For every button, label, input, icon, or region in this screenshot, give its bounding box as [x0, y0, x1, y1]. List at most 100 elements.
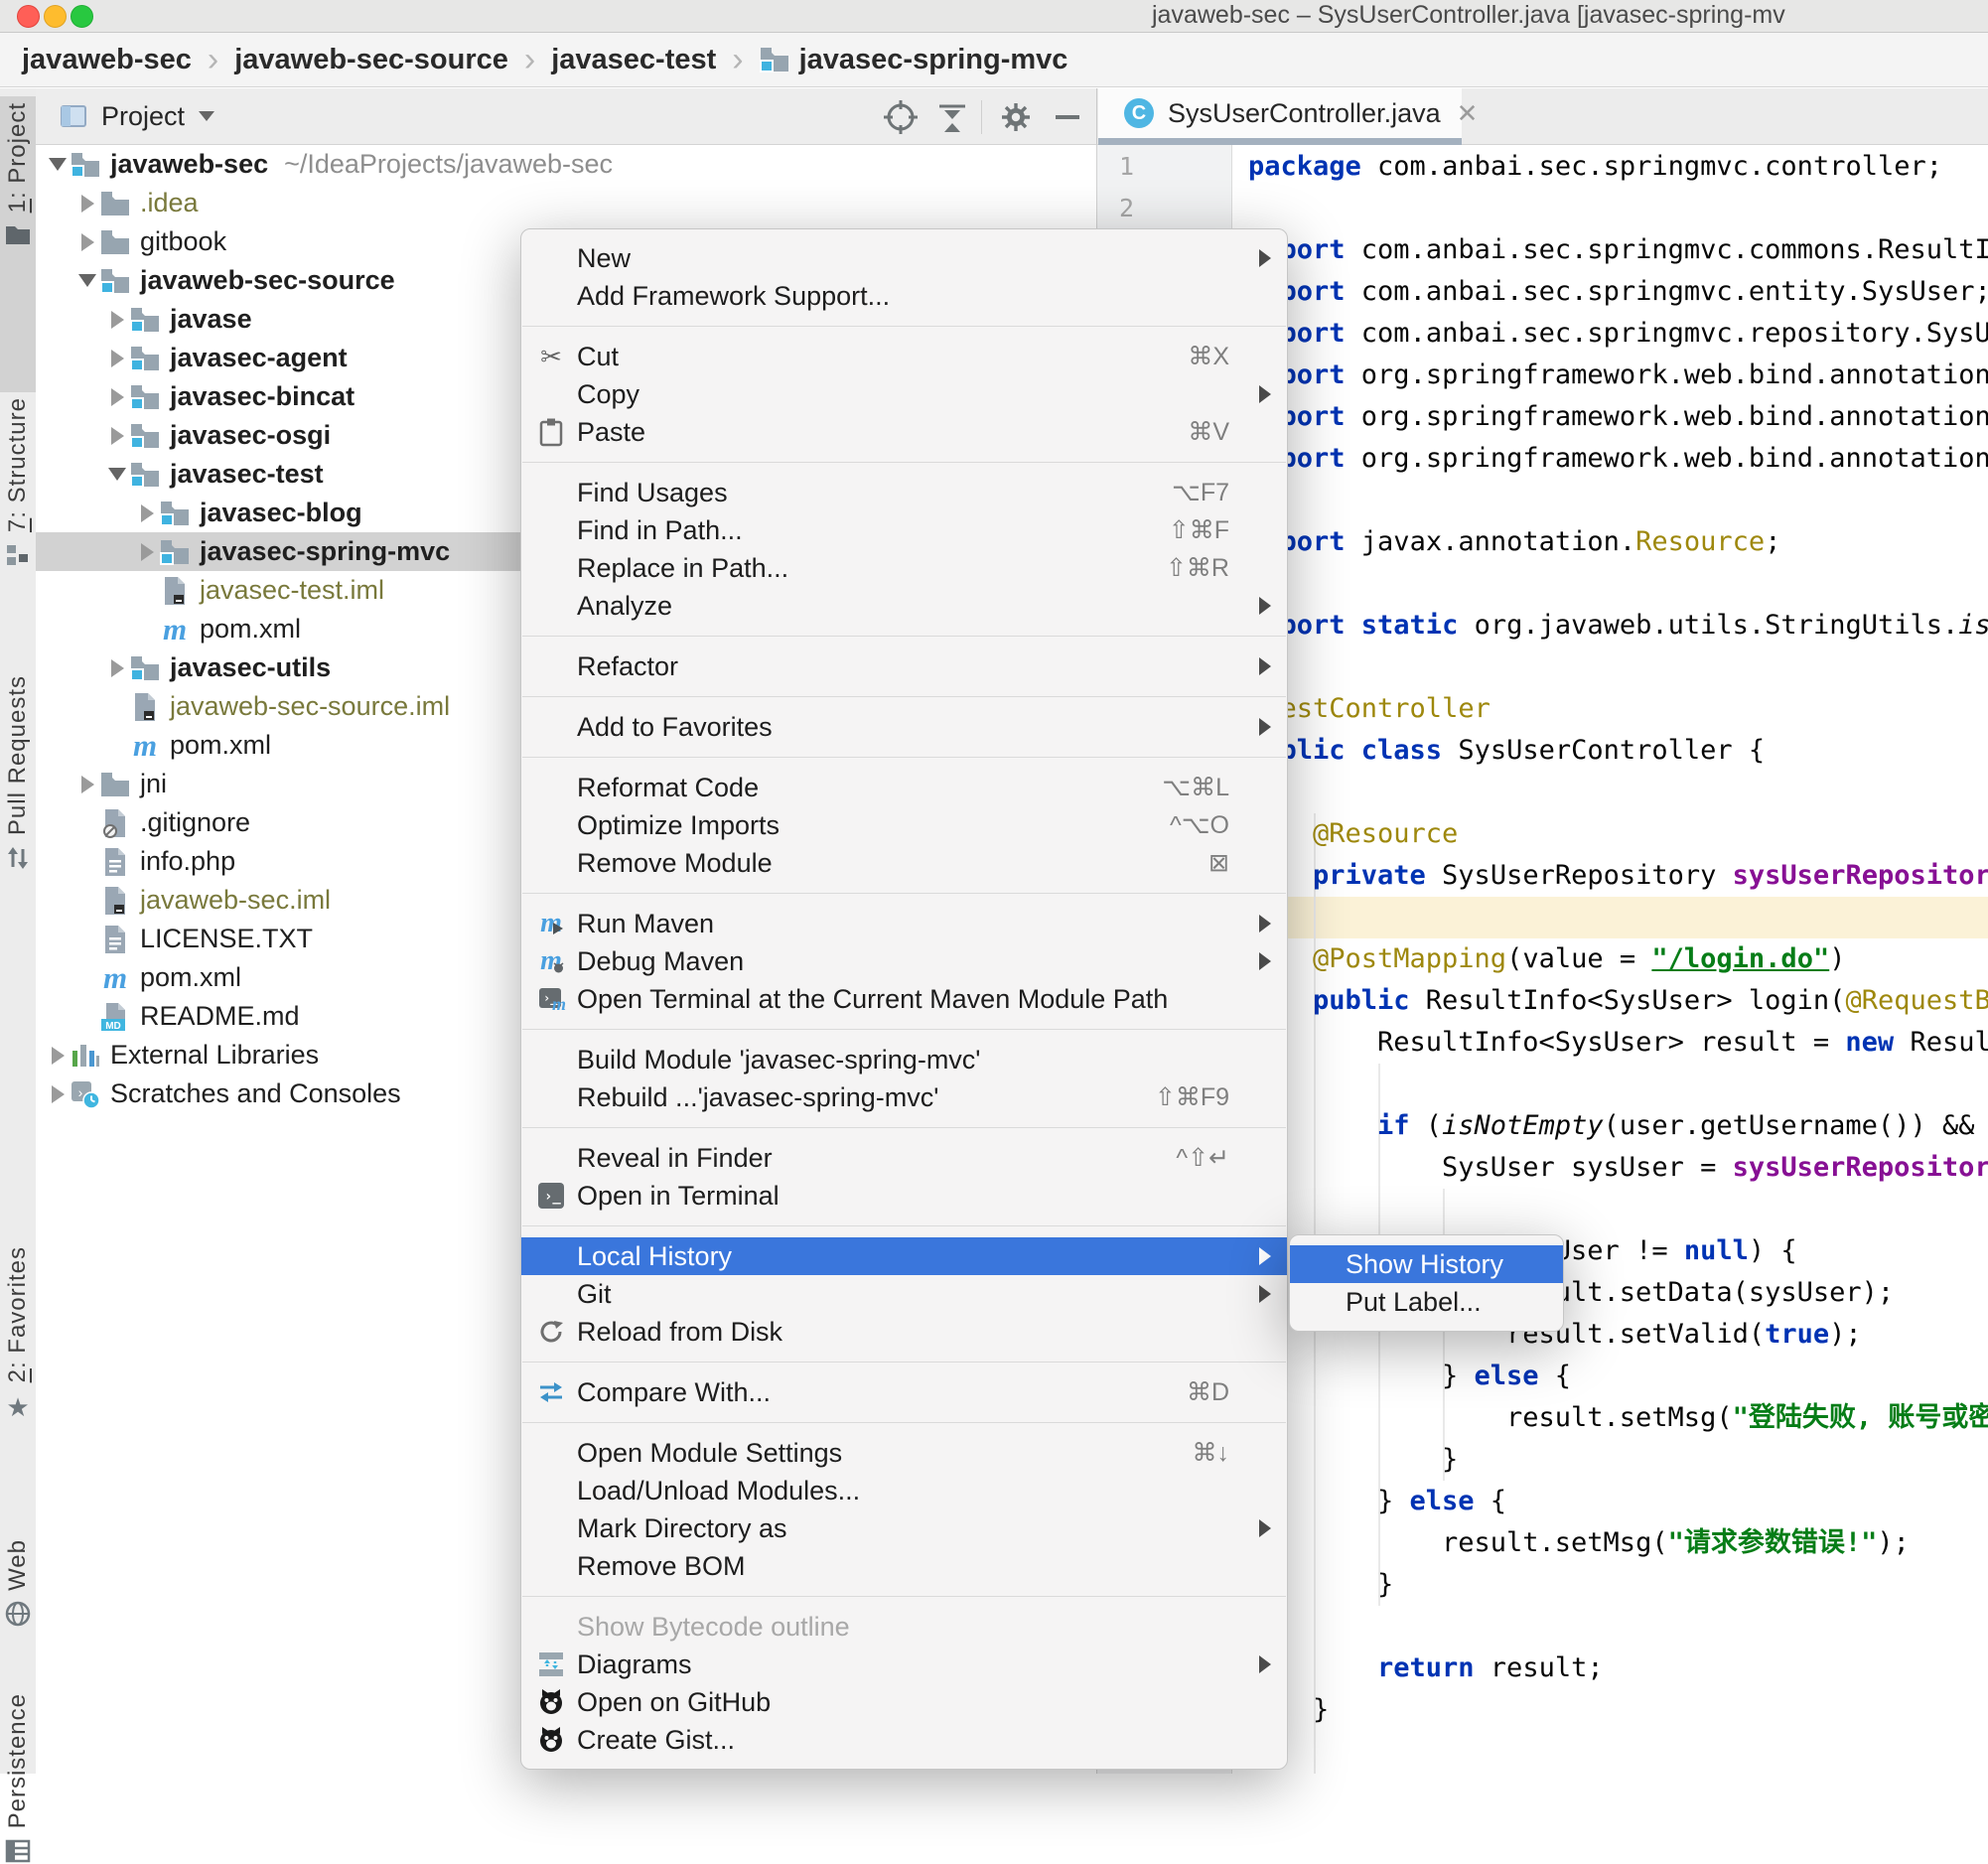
menu-item-open-on-github[interactable]: Open on GitHub — [521, 1683, 1287, 1721]
menu-item-label: Local History — [577, 1240, 733, 1271]
menu-item-create-gist[interactable]: Create Gist... — [521, 1721, 1287, 1759]
menu-item-reformat-code[interactable]: Reformat Code ⌥⌘L — [521, 769, 1287, 806]
menu-item-copy[interactable]: Copy — [521, 375, 1287, 413]
breadcrumb-item[interactable]: javasec-test — [551, 44, 716, 76]
tree-item--idea[interactable]: .idea — [36, 184, 1096, 222]
menu-item-diagrams[interactable]: Diagrams — [521, 1646, 1287, 1683]
menu-item-add-framework-support[interactable]: Add Framework Support... — [521, 277, 1287, 315]
sidebar-item-2-favorites[interactable]: 2: Favorites ★ — [0, 1240, 36, 1534]
minimize-window-button[interactable] — [44, 5, 67, 28]
tab-sysusercontroller[interactable]: C SysUserController.java ✕ — [1098, 88, 1478, 138]
menu-item-git[interactable]: Git — [521, 1275, 1287, 1313]
menu-item-compare-with[interactable]: Compare With... ⌘D — [521, 1373, 1287, 1411]
tree-item-label: .gitignore — [140, 807, 251, 837]
tree-item-label: jni — [140, 769, 168, 798]
tree-expand-arrow-icon[interactable] — [110, 310, 124, 329]
menu-item-new[interactable]: New — [521, 239, 1287, 277]
menu-item-optimize-imports[interactable]: Optimize Imports ^⌥O — [521, 806, 1287, 844]
tree-collapse-arrow-icon[interactable] — [78, 274, 96, 287]
folder-module-icon — [759, 47, 789, 72]
menu-item-paste[interactable]: Paste ⌘V — [521, 413, 1287, 451]
tree-item-label: javasec-agent — [170, 343, 348, 372]
menu-item-debug-maven[interactable]: m Debug Maven — [521, 942, 1287, 980]
menu-item-find-usages[interactable]: Find Usages ⌥F7 — [521, 474, 1287, 511]
submenu-arrow-icon — [1259, 1519, 1271, 1537]
menu-item-refactor[interactable]: Refactor — [521, 647, 1287, 685]
tree-expand-arrow-icon[interactable] — [140, 542, 154, 561]
settings-gear-icon[interactable] — [995, 88, 1037, 145]
menu-item-label: Reveal in Finder — [577, 1142, 773, 1173]
menu-item-local-history[interactable]: Local History — [521, 1237, 1287, 1275]
project-panel-title[interactable]: Project — [101, 101, 185, 132]
menu-item-label: Debug Maven — [577, 945, 745, 976]
tree-expand-arrow-icon[interactable] — [110, 426, 124, 445]
tree-expand-arrow-icon[interactable] — [110, 349, 124, 367]
menu-item-reveal-in-finder[interactable]: Reveal in Finder ^⇧↵ — [521, 1139, 1287, 1177]
folder-icon — [100, 229, 130, 255]
menu-item-analyze[interactable]: Analyze — [521, 587, 1287, 625]
breadcrumb-item[interactable]: javasec-spring-mvc — [759, 44, 1067, 76]
code-line-18: private SysUserRepository sysUserReposit… — [1313, 860, 1988, 891]
menu-item-label: Refactor — [577, 650, 679, 681]
tab-label: SysUserController.java — [1168, 97, 1441, 128]
close-window-button[interactable] — [17, 5, 40, 28]
collapse-all-icon[interactable] — [931, 88, 973, 145]
tree-expand-arrow-icon[interactable] — [110, 387, 124, 406]
menu-item-rebuild-javasec-spring-mvc[interactable]: Rebuild ...'javasec-spring-mvc' ⇧⌘F9 — [521, 1078, 1287, 1116]
tree-expand-arrow-icon[interactable] — [51, 1084, 65, 1103]
code-line-21: public ResultInfo<SysUser> login(@Reques… — [1313, 985, 1988, 1016]
tree-item-label: External Libraries — [110, 1040, 320, 1070]
breadcrumb-item[interactable]: javaweb-sec — [22, 44, 192, 76]
tree-item-javaweb-sec[interactable]: javaweb-sec ~/IdeaProjects/javaweb-sec — [36, 145, 1096, 184]
hide-panel-icon[interactable] — [1051, 88, 1084, 145]
code-line-22: ResultInfo<SysUser> result = new ResultI… — [1377, 1027, 1988, 1058]
tree-collapse-arrow-icon[interactable] — [108, 468, 126, 481]
sidebar-item-pull-requests[interactable]: Pull Requests — [0, 669, 36, 993]
sidebar-item-web[interactable]: Web — [0, 1533, 36, 1688]
menu-item-find-in-path[interactable]: Find in Path... ⇧⌘F — [521, 511, 1287, 549]
active-tab-underline — [1098, 138, 1462, 145]
folder-module-icon — [130, 384, 160, 410]
menu-item-reload-from-disk[interactable]: Reload from Disk — [521, 1313, 1287, 1351]
chevron-down-icon[interactable] — [199, 111, 215, 121]
tree-expand-arrow-icon[interactable] — [140, 503, 154, 522]
menu-item-add-to-favorites[interactable]: Add to Favorites — [521, 708, 1287, 746]
tree-expand-arrow-icon[interactable] — [80, 775, 94, 793]
menu-item-label: Remove Module — [577, 847, 773, 878]
sidebar-item-1-project[interactable]: 1: Project — [0, 96, 36, 392]
tree-item-label: info.php — [140, 846, 236, 876]
tree-expand-arrow-icon[interactable] — [80, 194, 94, 213]
menu-item-open-in-terminal[interactable]: ›_ Open in Terminal — [521, 1177, 1287, 1215]
breadcrumb-item[interactable]: javaweb-sec-source — [234, 44, 508, 76]
tree-expand-arrow-icon[interactable] — [110, 658, 124, 677]
menu-item-remove-bom[interactable]: Remove BOM — [521, 1547, 1287, 1585]
tree-collapse-arrow-icon[interactable] — [49, 158, 67, 171]
zoom-window-button[interactable] — [71, 5, 93, 28]
tree-expand-arrow-icon[interactable] — [51, 1046, 65, 1065]
menu-item-run-maven[interactable]: m Run Maven — [521, 905, 1287, 942]
menu-item-open-terminal-at-the-current-maven-module-path[interactable]: ›_ m Open Terminal at the Current Maven Mo… — [521, 980, 1287, 1018]
menu-separator — [522, 696, 1286, 697]
close-icon[interactable]: ✕ — [1457, 98, 1479, 129]
sidebar-item-persistence[interactable]: Persistence — [0, 1687, 36, 1863]
ext-lib-icon — [71, 1042, 100, 1070]
menu-item-load-unload-modules[interactable]: Load/Unload Modules... — [521, 1472, 1287, 1509]
menu-item-label: Mark Directory as — [577, 1512, 787, 1543]
menu-item-cut[interactable]: ✂ Cut ⌘X — [521, 338, 1287, 375]
menu-item-replace-in-path[interactable]: Replace in Path... ⇧⌘R — [521, 549, 1287, 587]
menu-item-mark-directory-as[interactable]: Mark Directory as — [521, 1509, 1287, 1547]
breadcrumb-separator: › — [207, 40, 219, 78]
menu-item-put-label[interactable]: Put Label... — [1290, 1283, 1563, 1321]
sidebar-item-7-structure[interactable]: 7: Structure — [0, 391, 36, 675]
menu-item-build-module-javasec-spring-mvc[interactable]: Build Module 'javasec-spring-mvc' — [521, 1041, 1287, 1078]
locate-icon[interactable] — [880, 88, 922, 145]
menu-item-show-history[interactable]: Show History — [1290, 1245, 1563, 1283]
menu-item-label: Optimize Imports — [577, 809, 781, 840]
menu-item-open-module-settings[interactable]: Open Module Settings ⌘↓ — [521, 1434, 1287, 1472]
menu-item-remove-module[interactable]: Remove Module ⊠ — [521, 844, 1287, 882]
project-tool-window-icon — [60, 102, 87, 130]
tree-expand-arrow-icon[interactable] — [80, 232, 94, 251]
